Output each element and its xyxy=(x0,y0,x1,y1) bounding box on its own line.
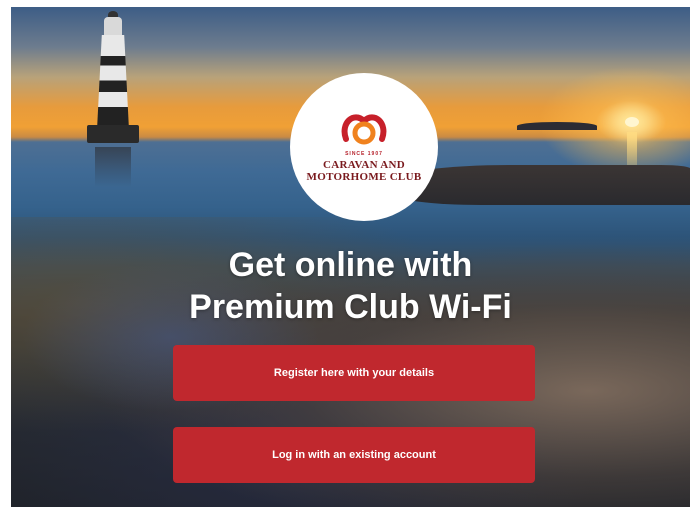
headline-line1: Get online with xyxy=(228,246,473,284)
club-logo: SINCE 1907 CARAVAN AND MOTORHOME CLUB xyxy=(290,73,438,221)
lighthouse-reflection xyxy=(95,147,131,187)
lighthouse-icon xyxy=(87,11,139,147)
logo-name-line1: CARAVAN AND xyxy=(322,159,406,171)
login-button[interactable]: Log in with an existing account xyxy=(173,427,535,483)
wifi-portal-page: SINCE 1907 CARAVAN AND MOTORHOME CLUB Ge… xyxy=(11,7,690,507)
page-headline: Get online with Premium Club Wi-Fi xyxy=(11,244,690,328)
logo-name-line2: MOTORHOME CLUB xyxy=(306,171,422,183)
distant-headland xyxy=(517,122,597,130)
logo-since-text: SINCE 1907 xyxy=(345,151,383,157)
sun xyxy=(625,117,639,127)
register-button[interactable]: Register here with your details xyxy=(173,345,535,401)
club-logo-mark-icon xyxy=(341,114,387,145)
headline-line2: Premium Club Wi-Fi xyxy=(189,288,512,326)
